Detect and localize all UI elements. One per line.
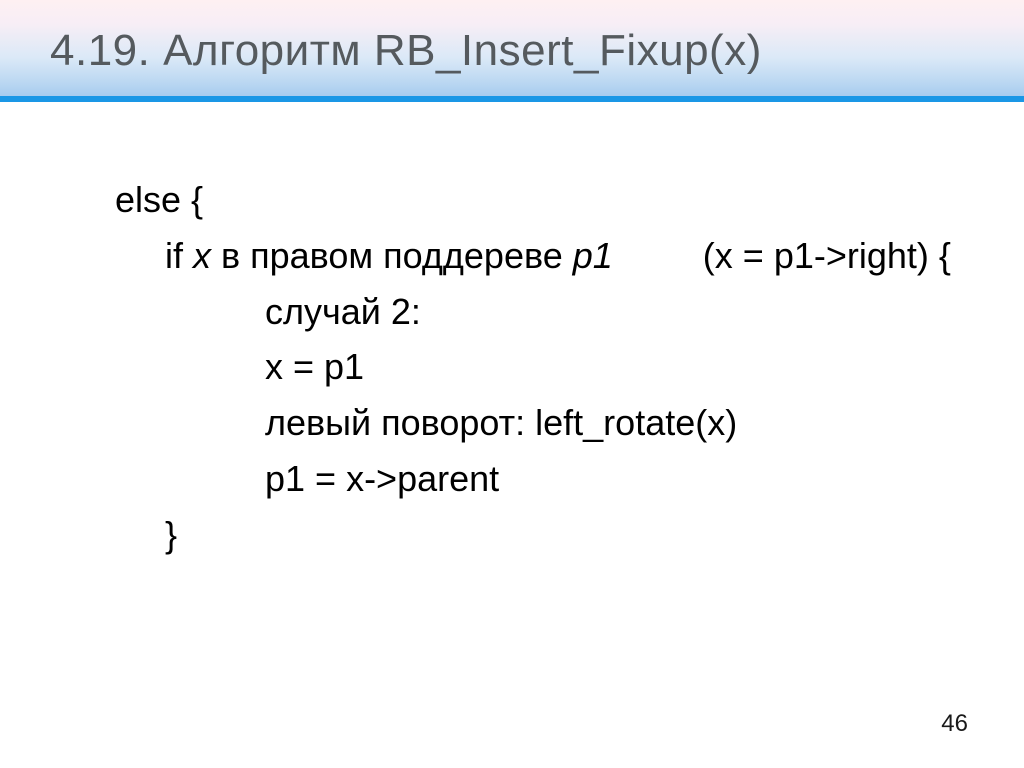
code-var-p1: p1	[573, 235, 613, 276]
code-line-assign: x = p1	[265, 339, 964, 395]
code-line-parent: p1 = x->parent	[265, 451, 964, 507]
code-var-x: x	[193, 235, 211, 276]
code-line-else: else {	[115, 172, 964, 228]
code-line-closebrace: }	[165, 507, 964, 563]
code-line-rotate: левый поворот: left_rotate(x)	[265, 395, 964, 451]
code-text: (x = p1->right) {	[613, 235, 951, 276]
slide-body: else { if x в правом поддереве p1 (x = p…	[0, 102, 1024, 563]
page-number: 46	[941, 710, 968, 738]
code-text: в правом поддереве	[211, 235, 573, 276]
code-line-case: случай 2:	[265, 284, 964, 340]
slide-title: 4.19. Алгоритм RB_Insert_Fixup(x)	[0, 0, 1024, 96]
code-text: if	[165, 235, 193, 276]
code-line-if: if x в правом поддереве p1 (x = p1->righ…	[165, 228, 964, 284]
slide: 4.19. Алгоритм RB_Insert_Fixup(x) else {…	[0, 0, 1024, 768]
